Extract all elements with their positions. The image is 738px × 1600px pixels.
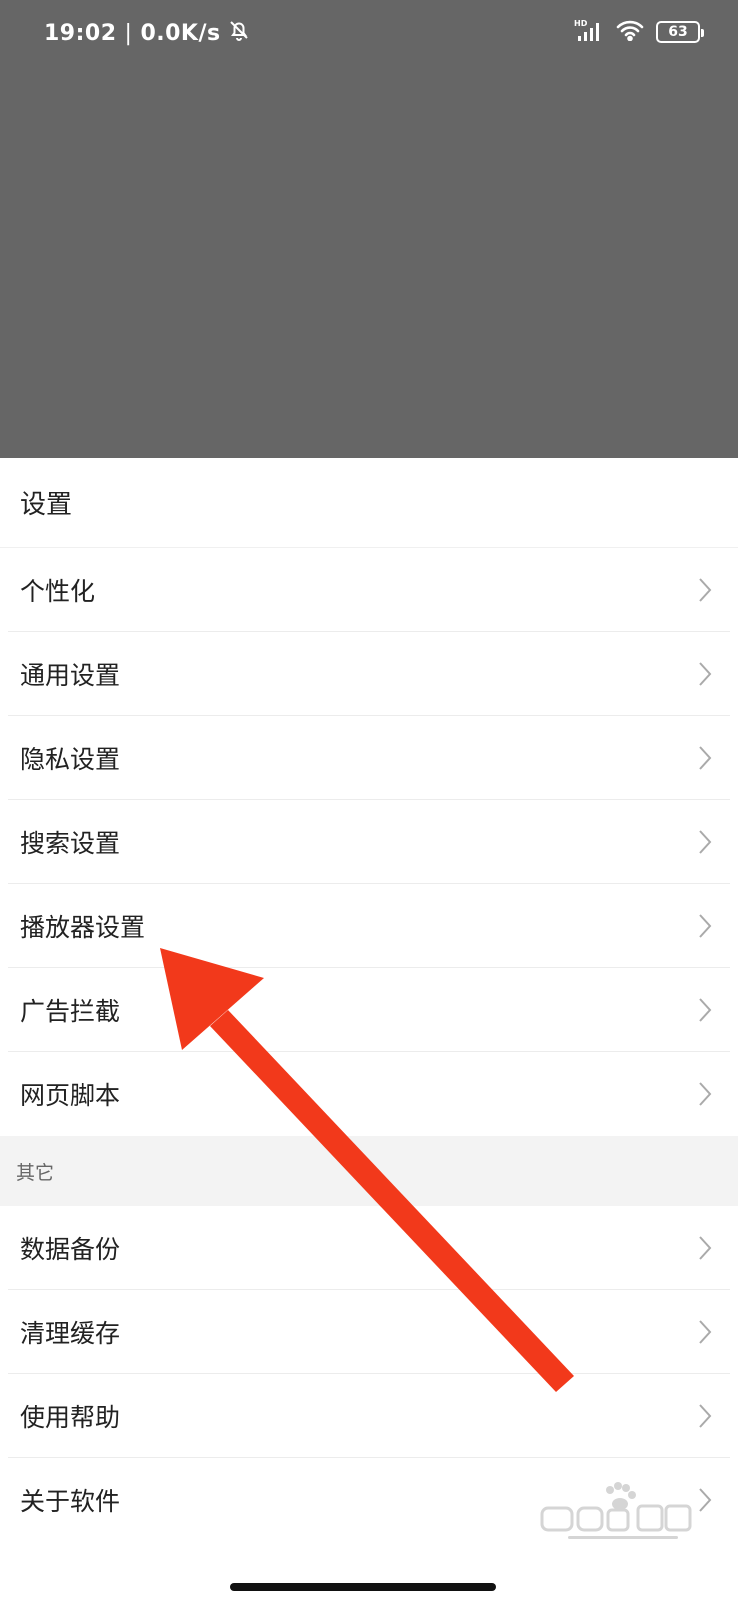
settings-item-label: 关于软件: [20, 1487, 121, 1516]
status-separator: |: [124, 20, 133, 46]
settings-item-clear-cache[interactable]: 清理缓存: [0, 1290, 738, 1374]
settings-item-ad-block[interactable]: 广告拦截: [0, 968, 738, 1052]
network-speed: 0.0K/s: [140, 20, 221, 46]
settings-item-label: 网页脚本: [20, 1081, 121, 1110]
chevron-right-icon: [698, 661, 712, 687]
settings-item-backup[interactable]: 数据备份: [0, 1206, 738, 1290]
settings-item-label: 数据备份: [20, 1235, 121, 1264]
settings-item-general[interactable]: 通用设置: [0, 632, 738, 716]
settings-item-label: 广告拦截: [20, 997, 121, 1026]
battery-icon: 63: [656, 21, 704, 43]
settings-sheet: 设置 个性化 通用设置 隐私设置 搜索设置 播放器设置 广告拦截 网页脚本 其它…: [0, 458, 738, 1600]
watermark-logo: [538, 1478, 698, 1548]
settings-item-search[interactable]: 搜索设置: [0, 800, 738, 884]
svg-text:HD: HD: [574, 19, 588, 28]
settings-item-label: 使用帮助: [20, 1403, 121, 1432]
battery-level: 63: [668, 24, 688, 40]
status-time: 19:02: [44, 20, 117, 46]
chevron-right-icon: [698, 1403, 712, 1429]
settings-item-label: 通用设置: [20, 661, 121, 690]
settings-item-label: 个性化: [20, 577, 96, 606]
chevron-right-icon: [698, 1319, 712, 1345]
chevron-right-icon: [698, 997, 712, 1023]
settings-item-label: 播放器设置: [20, 913, 146, 942]
status-bar: 19:02 | 0.0K/s HD 63: [0, 0, 738, 66]
settings-item-label: 隐私设置: [20, 745, 121, 774]
settings-item-help[interactable]: 使用帮助: [0, 1374, 738, 1458]
status-right: HD 63: [574, 16, 704, 48]
signal-icon: HD: [574, 18, 604, 46]
chevron-right-icon: [698, 1487, 712, 1513]
main-settings-list: 个性化 通用设置 隐私设置 搜索设置 播放器设置 广告拦截 网页脚本: [0, 548, 738, 1136]
section-header-other: 其它: [0, 1136, 738, 1206]
chevron-right-icon: [698, 745, 712, 771]
settings-item-privacy[interactable]: 隐私设置: [0, 716, 738, 800]
settings-item-web-script[interactable]: 网页脚本: [0, 1052, 738, 1136]
chevron-right-icon: [698, 1081, 712, 1107]
settings-item-player[interactable]: 播放器设置: [0, 884, 738, 968]
wifi-icon: [616, 19, 644, 45]
settings-item-personalize[interactable]: 个性化: [0, 548, 738, 632]
home-indicator[interactable]: [230, 1583, 496, 1591]
settings-item-label: 搜索设置: [20, 829, 121, 858]
chevron-right-icon: [698, 1235, 712, 1261]
bell-off-icon: [227, 18, 251, 48]
sheet-title: 设置: [0, 458, 738, 548]
status-left: 19:02 | 0.0K/s: [44, 18, 251, 48]
settings-item-label: 清理缓存: [20, 1319, 121, 1348]
chevron-right-icon: [698, 829, 712, 855]
chevron-right-icon: [698, 577, 712, 603]
chevron-right-icon: [698, 913, 712, 939]
